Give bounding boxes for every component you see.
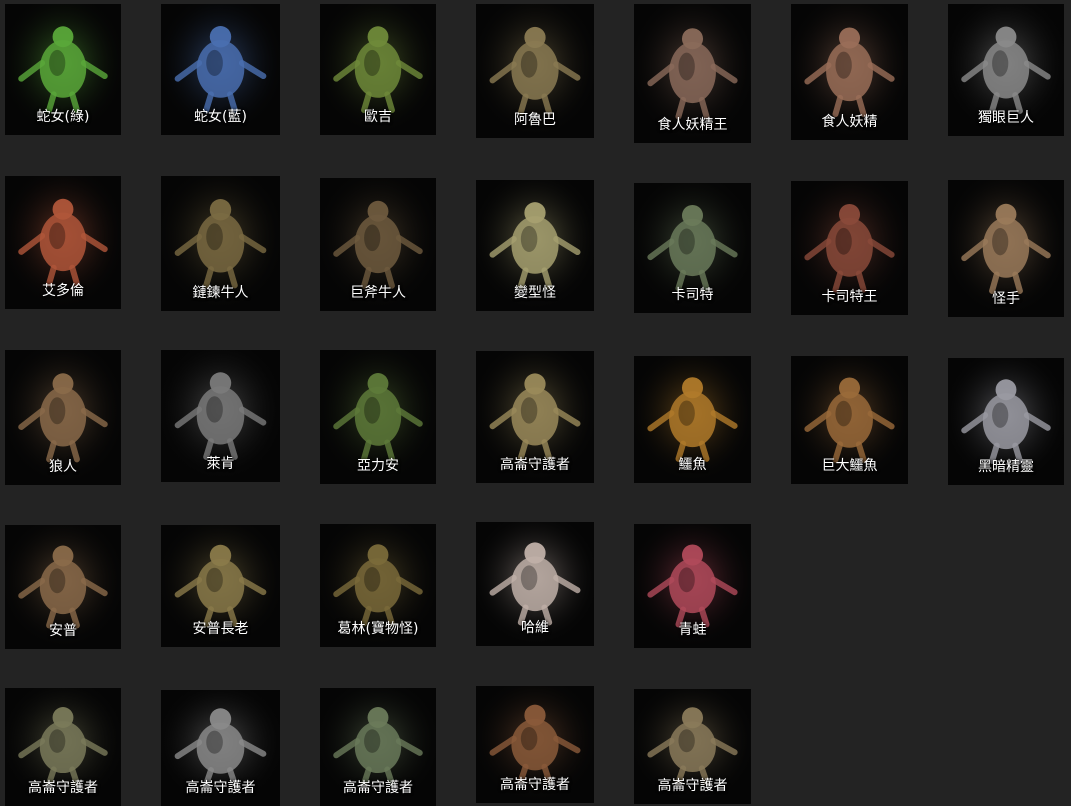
- monster-name: 鱷魚: [678, 457, 707, 473]
- monster-name: 食人妖精王: [657, 117, 728, 133]
- monster-card[interactable]: 亞力安: [320, 350, 436, 484]
- monster-card[interactable]: 安普: [5, 525, 121, 649]
- monster-card[interactable]: 高崙守護者: [161, 690, 280, 806]
- monster-name: 獨眼巨人: [978, 110, 1034, 126]
- monster-name: 安普: [49, 623, 77, 639]
- monster-card[interactable]: 巨斧牛人: [320, 178, 436, 311]
- monster-name: 鏈鍊牛人: [192, 285, 249, 301]
- monster-card[interactable]: 蛇女(綠): [5, 4, 121, 135]
- monster-name: 高崙守護者: [500, 777, 570, 793]
- monster-card[interactable]: 鱷魚: [634, 356, 751, 483]
- monster-card[interactable]: 高崙守護者: [476, 686, 594, 803]
- monster-card[interactable]: 高崙守護者: [476, 351, 594, 483]
- monster-name: 歐吉: [364, 109, 392, 125]
- monster-card[interactable]: 鏈鍊牛人: [161, 176, 280, 311]
- monster-card[interactable]: 食人妖精王: [634, 4, 751, 143]
- monster-card[interactable]: 蛇女(藍): [161, 4, 280, 135]
- monster-card[interactable]: 怪手: [948, 180, 1064, 317]
- monster-card[interactable]: 高崙守護者: [320, 688, 436, 806]
- monster-card[interactable]: 高崙守護者: [5, 688, 121, 806]
- monster-name: 阿魯巴: [514, 112, 556, 128]
- monster-name: 卡司特王: [821, 289, 878, 305]
- monster-card[interactable]: 卡司特: [634, 183, 751, 313]
- monster-name: 高崙守護者: [343, 780, 413, 796]
- monster-card[interactable]: 食人妖精: [791, 4, 908, 140]
- monster-card[interactable]: 狼人: [5, 350, 121, 485]
- monster-name: 安普長老: [192, 621, 249, 637]
- monster-name: 萊肯: [206, 456, 235, 472]
- monster-card[interactable]: 歐吉: [320, 4, 436, 135]
- monster-name: 亞力安: [357, 458, 399, 474]
- monster-card[interactable]: 獨眼巨人: [948, 4, 1064, 136]
- monster-name: 青蛙: [678, 622, 707, 638]
- monster-name: 蛇女(藍): [194, 109, 247, 125]
- monster-card[interactable]: 阿魯巴: [476, 4, 594, 138]
- monster-name: 葛林(寶物怪): [337, 621, 419, 637]
- monster-card[interactable]: 黑暗精靈: [948, 358, 1064, 485]
- monster-name: 高崙守護者: [500, 457, 570, 473]
- monster-card[interactable]: 萊肯: [161, 350, 280, 482]
- monster-name: 高崙守護者: [185, 780, 256, 796]
- monster-name: 哈維: [521, 620, 549, 636]
- monster-name: 高崙守護者: [28, 780, 98, 796]
- monster-card[interactable]: 哈維: [476, 522, 594, 646]
- monster-card[interactable]: 卡司特王: [791, 181, 908, 315]
- monster-name: 變型怪: [514, 285, 556, 301]
- monster-name: 高崙守護者: [657, 778, 728, 794]
- monster-card[interactable]: 葛林(寶物怪): [320, 524, 436, 647]
- monster-card[interactable]: 高崙守護者: [634, 689, 751, 804]
- monster-card[interactable]: 青蛙: [634, 524, 751, 648]
- monster-card[interactable]: 安普長老: [161, 525, 280, 647]
- monster-name: 狼人: [49, 459, 77, 475]
- monster-name: 食人妖精: [821, 114, 878, 130]
- monster-name: 巨大鱷魚: [821, 458, 878, 474]
- monster-name: 艾多倫: [42, 283, 84, 299]
- monster-name: 巨斧牛人: [350, 285, 406, 301]
- monster-grid: 蛇女(綠) 蛇女(藍) 歐吉 阿魯巴 食人妖精王 食人妖精 獨眼巨人艾多倫 鏈鍊牛人 巨斧牛人 變…: [0, 0, 1071, 806]
- monster-card[interactable]: 變型怪: [476, 180, 594, 311]
- monster-name: 卡司特: [671, 287, 714, 303]
- monster-card[interactable]: 巨大鱷魚: [791, 356, 908, 484]
- monster-name: 蛇女(綠): [36, 109, 90, 125]
- monster-name: 怪手: [992, 291, 1020, 307]
- monster-name: 黑暗精靈: [978, 459, 1034, 475]
- monster-card[interactable]: 艾多倫: [5, 176, 121, 309]
